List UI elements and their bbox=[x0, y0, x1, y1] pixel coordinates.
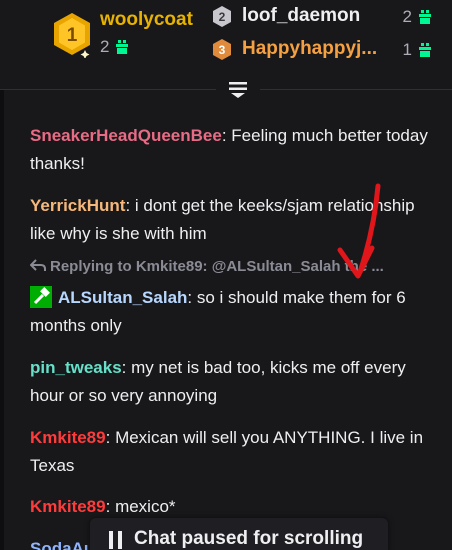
first-place-username[interactable]: woolycoat bbox=[100, 9, 193, 31]
chat-username[interactable]: pin_tweaks bbox=[30, 358, 122, 377]
separator: : bbox=[125, 196, 135, 215]
chat-username[interactable]: SodaAu bbox=[30, 539, 94, 550]
first-place-gift-count: 2 bbox=[100, 37, 129, 57]
moderator-badge-icon[interactable] bbox=[30, 286, 52, 308]
silver-medal-number: 2 bbox=[219, 10, 226, 24]
separator: : bbox=[105, 497, 116, 516]
chat-message[interactable]: Kmkite89: Mexican will sell you ANYTHING… bbox=[30, 424, 430, 480]
leaderboard-third-place[interactable]: 3 Happyhappyj... 1 bbox=[212, 37, 448, 63]
chat-paused-label: Chat paused for scrolling bbox=[134, 528, 364, 549]
second-place-username[interactable]: loof_daemon bbox=[242, 5, 360, 27]
third-place-username[interactable]: Happyhappyj... bbox=[242, 38, 377, 60]
second-place-count-value: 2 bbox=[402, 7, 412, 26]
bronze-medal-icon: 3 bbox=[213, 39, 231, 60]
reply-arrow-icon bbox=[30, 259, 46, 271]
chat-message[interactable]: ALSultan_Salah: so i should make them fo… bbox=[30, 284, 430, 340]
third-place-count-value: 1 bbox=[402, 40, 412, 59]
chat-username[interactable]: Kmkite89 bbox=[30, 497, 106, 516]
cut-off-message: - . - bbox=[30, 90, 56, 92]
separator: : bbox=[187, 288, 197, 307]
chat-message[interactable]: Kmkite89: mexico* bbox=[30, 493, 430, 521]
gift-icon bbox=[116, 40, 129, 54]
bronze-medal-number: 3 bbox=[219, 43, 226, 57]
chat-username[interactable]: YerrickHunt bbox=[30, 196, 125, 215]
chat-message[interactable]: YerrickHunt: i dont get the keeks/sjam r… bbox=[30, 192, 430, 248]
reply-context[interactable]: Replying to Kmkite89: @ALSultan_Salah th… bbox=[30, 258, 434, 275]
gift-icon bbox=[419, 10, 431, 24]
separator: : bbox=[121, 358, 132, 377]
chat-username[interactable]: SneakerHeadQueenBee bbox=[30, 126, 222, 145]
chat-paused-banner[interactable]: Chat paused for scrolling bbox=[90, 518, 388, 550]
pause-icon bbox=[109, 531, 122, 549]
gift-icon bbox=[419, 43, 431, 57]
gold-medal-icon: 1 bbox=[54, 13, 90, 58]
first-place-count-value: 2 bbox=[100, 37, 110, 56]
chat-username[interactable]: ALSultan_Salah bbox=[58, 288, 187, 307]
chat-text: mexico* bbox=[115, 497, 176, 516]
silver-medal-icon: 2 bbox=[213, 6, 231, 27]
second-place-gift-count: 2 bbox=[403, 7, 432, 27]
chat-panel: 1 woolycoat 2 2 loof_daemon 2 3 Happyhap… bbox=[0, 0, 452, 550]
separator: : bbox=[221, 126, 232, 145]
leaderboard-first-place[interactable]: 1 woolycoat 2 bbox=[48, 6, 208, 76]
reply-context-text: Replying to Kmkite89: @ALSultan_Salah th… bbox=[50, 258, 384, 275]
gold-medal-number: 1 bbox=[67, 25, 78, 46]
chat-username[interactable]: Kmkite89 bbox=[30, 428, 106, 447]
chat-message[interactable]: SneakerHeadQueenBee: Feeling much better… bbox=[30, 122, 430, 178]
leaderboard-second-place[interactable]: 2 loof_daemon 2 bbox=[212, 4, 448, 30]
chat-messages[interactable]: - . - SneakerHeadQueenBee: Feeling much … bbox=[4, 90, 452, 550]
separator: : bbox=[105, 428, 116, 447]
chat-message[interactable]: pin_tweaks: my net is bad too, kicks me … bbox=[30, 354, 430, 410]
third-place-gift-count: 1 bbox=[403, 40, 432, 60]
